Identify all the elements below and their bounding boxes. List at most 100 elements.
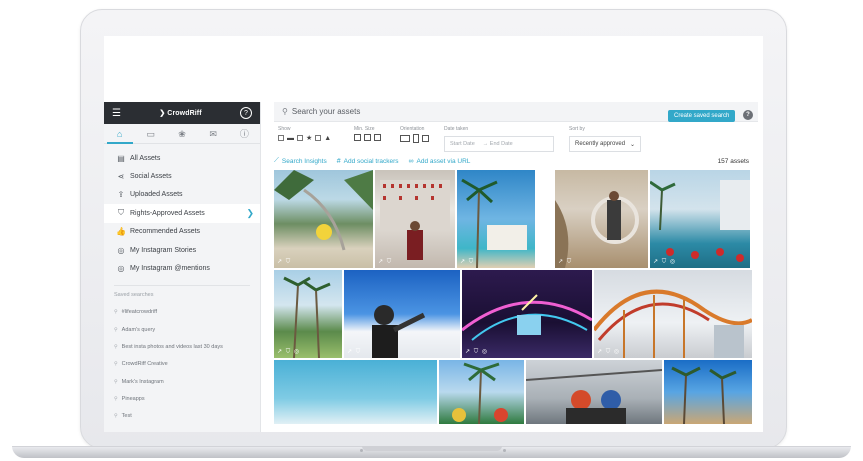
asset-image xyxy=(462,294,592,341)
asset-badges: ↗ ⛉ ◎ xyxy=(277,349,301,355)
search-icon: ⚲ xyxy=(114,309,118,316)
saved-search-label: #lifeatcrowdriff xyxy=(121,309,158,316)
social-icon[interactable]: ❀ xyxy=(169,124,195,144)
sort-select[interactable]: Recently approved ⌄ xyxy=(569,136,641,152)
orientation-label: Orientation xyxy=(400,126,425,132)
megaphone-icon[interactable]: ✉ xyxy=(200,124,226,144)
saved-search-item[interactable]: ⚲ Mark's Instagram xyxy=(104,373,260,390)
sidebar-item-rights-approved-assets[interactable]: ⛉ Rights-Approved Assets ❯ xyxy=(104,204,260,223)
asset-badges: ↗ ⛉ xyxy=(378,259,393,265)
asset-thumbnail[interactable] xyxy=(664,360,752,424)
asset-thumbnail[interactable]: ↗ ⛉ xyxy=(344,270,460,358)
search-icon: ⚲ xyxy=(114,413,118,420)
help-icon[interactable]: ? xyxy=(743,110,753,120)
size-medium-option[interactable] xyxy=(364,134,371,141)
saved-search-item[interactable]: ⚲ Pineapps xyxy=(104,390,260,407)
asset-thumbnail[interactable]: ↗ ⛉ ◎ xyxy=(462,270,592,358)
sidebar-item-uploaded-assets[interactable]: ⇪ Uploaded Assets xyxy=(104,186,260,204)
video-checkbox[interactable] xyxy=(278,135,284,141)
asset-thumbnail[interactable]: ↗ ⛉ xyxy=(375,170,455,268)
search-input[interactable] xyxy=(291,107,592,116)
action-bar: ⟋ Search Insights # Add social trackers ∞ A… xyxy=(274,152,763,170)
liked-checkbox[interactable] xyxy=(315,135,322,141)
chart-icon: ⟋ xyxy=(274,157,279,164)
logo[interactable]: ❯ CrowdRiff xyxy=(159,109,201,118)
gallery-icon[interactable]: ▭ xyxy=(138,124,164,144)
home-icon[interactable]: ⌂ xyxy=(106,124,133,144)
asset-badges: ↗ ⛉ ◎ xyxy=(597,349,621,355)
sidebar-item-label: My Instagram @mentions xyxy=(130,265,210,273)
asset-image xyxy=(283,276,331,358)
instagram-icon: ◎ xyxy=(117,245,125,255)
asset-badges: ↗ ⛉ xyxy=(460,259,475,265)
info-icon[interactable]: ⓘ xyxy=(231,124,257,144)
starred-checkbox[interactable] xyxy=(297,135,303,141)
sidebar-item-label: Uploaded Assets xyxy=(130,191,183,199)
asset-image xyxy=(461,178,527,268)
date-taken-label: Date taken xyxy=(444,126,469,132)
saved-search-item[interactable]: ⚲ Test xyxy=(104,408,260,425)
saved-searches-title: Saved searches xyxy=(114,291,154,298)
asset-image xyxy=(380,180,450,260)
asset-count: 157 assets xyxy=(717,157,749,165)
portrait-option[interactable] xyxy=(413,134,419,143)
chevron-right-icon: ❯ xyxy=(246,207,254,218)
search-icon: ⚲ xyxy=(114,395,118,402)
sidebar-item-social-assets[interactable]: ⋖ Social Assets xyxy=(104,167,260,185)
help-icon[interactable]: ? xyxy=(240,107,252,119)
sidebar-item-recommended-assets[interactable]: 👍 Recommended Assets xyxy=(104,223,260,241)
sidebar-item-instagram-mentions[interactable]: ◎ My Instagram @mentions xyxy=(104,259,260,277)
link-icon: ∞ xyxy=(408,157,414,165)
min-size-label: Min. Size xyxy=(354,126,375,132)
asset-thumbnail[interactable]: ↗ ⛉ ◎ xyxy=(274,270,342,358)
square-option[interactable] xyxy=(422,135,429,142)
search-icon: ⚲ xyxy=(114,361,118,368)
upload-icon: ⇪ xyxy=(117,190,125,200)
app-topbar: ☰ ❯ CrowdRiff ? xyxy=(104,102,260,124)
sidebar-item-instagram-stories[interactable]: ◎ My Instagram Stories xyxy=(104,241,260,259)
search-icon: ⚲ xyxy=(114,326,118,333)
sort-label: Sort by xyxy=(569,126,585,132)
saved-search-item[interactable]: ⚲ Adam's query xyxy=(104,321,260,338)
logo-mark-icon: ❯ xyxy=(159,110,166,117)
asset-thumbnail[interactable]: ↗ ⛉ xyxy=(457,170,535,268)
saved-search-label: Mark's Instagram xyxy=(121,378,164,385)
size-large-option[interactable] xyxy=(374,134,381,141)
search-icon: ⚲ xyxy=(282,107,288,116)
saved-search-label: Best insta photos and videos last 30 day… xyxy=(121,343,223,350)
start-date: Start Date xyxy=(450,141,475,147)
main-content: ⚲ Create saved search ? Show ▬ ★ ▲ Min. … xyxy=(274,102,763,432)
asset-thumbnail[interactable]: ↗ ⛉ ◎ xyxy=(594,270,752,358)
date-range-input[interactable]: Start Date → End Date xyxy=(444,136,554,152)
add-social-trackers-link[interactable]: # Add social trackers xyxy=(337,158,399,165)
saved-search-item[interactable]: ⚲ CrowdRiff Creative xyxy=(104,356,260,373)
add-asset-url-link[interactable]: ∞ Add asset via URL xyxy=(409,158,471,165)
saved-search-item[interactable]: ⚲ Best insta photos and videos last 30 da… xyxy=(104,338,260,355)
asset-thumbnail[interactable] xyxy=(526,360,662,424)
asset-thumbnail[interactable]: ↗ ⛉ xyxy=(555,170,648,268)
asset-image xyxy=(526,369,662,424)
sidebar-item-all-assets[interactable]: ▤ All Assets xyxy=(104,149,260,167)
orientation-filter xyxy=(400,134,429,143)
search-insights-link[interactable]: ⟋ Search Insights xyxy=(274,157,327,165)
landscape-option[interactable] xyxy=(400,135,410,142)
asset-grid: ↗ ⛉ ↗ ⛉ ↗ ⛉ ↗ ⛉ ↗ ⛉ ◎ ↗ ⛉ ◎ ↗ ⛉ ↗ ⛉ ◎ ↗ … xyxy=(274,170,752,424)
end-date: → End Date xyxy=(482,141,513,147)
add-social-trackers-label: Add social trackers xyxy=(343,157,399,165)
saved-search-item[interactable]: ⚲ #lifeatcrowdriff xyxy=(104,304,260,321)
search-icon: ⚲ xyxy=(114,343,118,350)
sidebar-item-label: Rights-Approved Assets xyxy=(130,209,205,217)
asset-image xyxy=(452,362,508,424)
hamburger-icon[interactable]: ☰ xyxy=(112,108,121,119)
asset-badges: ↗ ⛉ xyxy=(558,259,573,265)
sort-value: Recently approved xyxy=(575,141,626,147)
sidebar-item-label: All Assets xyxy=(130,154,161,162)
asset-thumbnail[interactable] xyxy=(439,360,524,424)
add-asset-url-label: Add asset via URL xyxy=(416,157,471,165)
asset-thumbnail[interactable] xyxy=(274,360,437,424)
create-saved-search-button[interactable]: Create saved search xyxy=(668,110,736,122)
asset-thumbnail[interactable]: ↗ ⛉ xyxy=(274,170,373,268)
size-small-option[interactable] xyxy=(354,134,361,141)
asset-thumbnail[interactable]: ↗ ⛉ ◎ xyxy=(650,170,750,268)
app-screen: ☰ ❯ CrowdRiff ? ⌂ ▭ ❀ ✉ ⓘ ▤ All Assets ⋖… xyxy=(104,36,763,432)
